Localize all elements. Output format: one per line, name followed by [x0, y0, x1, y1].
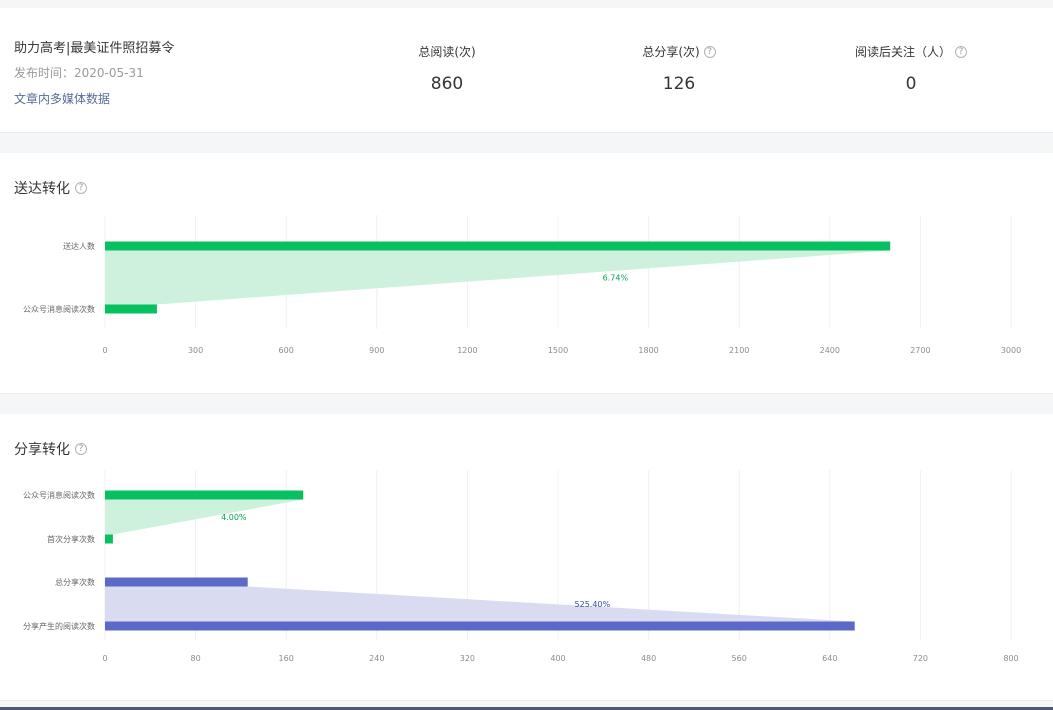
- category-label: 总分享次数: [55, 577, 95, 587]
- help-icon[interactable]: ?: [955, 45, 967, 58]
- conversion-rate-label: 4.00%: [221, 513, 247, 522]
- stat-follows-label: 阅读后关注（人） ?: [855, 43, 967, 60]
- stat-total-shares-value: 126: [662, 74, 696, 94]
- article-overview-card: 助力高考|最美证件照招募令 发布时间：2020-05-31 文章内多媒体数据 总…: [0, 8, 1053, 133]
- category-label: 公众号消息阅读次数: [23, 304, 95, 314]
- bar: [105, 490, 304, 500]
- conversion-area: [105, 499, 304, 535]
- x-tick-label: 900: [369, 346, 384, 355]
- x-tick-label: 160: [279, 654, 294, 663]
- multimedia-data-link[interactable]: 文章内多媒体数据: [14, 90, 110, 107]
- x-tick-label: 720: [913, 654, 928, 663]
- bar: [105, 534, 113, 544]
- bar: [105, 241, 891, 251]
- share-conversion-card: 分享转化 ? 0 80 160 240 320 400 480 560 640 720 800 4.0…: [0, 414, 1053, 701]
- x-tick-label: 0: [102, 654, 107, 663]
- article-publish-date: 发布时间：2020-05-31: [14, 66, 144, 80]
- x-tick-label: 480: [641, 654, 656, 663]
- article-title: 助力高考|最美证件照招募令: [14, 41, 175, 56]
- stat-follows-value: 0: [905, 74, 917, 94]
- x-tick-label: 80: [191, 654, 201, 663]
- x-tick-label: 1500: [548, 346, 568, 355]
- x-tick-label: 2100: [729, 346, 749, 355]
- category-label: 送达人数: [63, 241, 95, 251]
- x-tick-label: 1800: [638, 346, 658, 355]
- delivery-conversion-card: 送达转化 ? 0 300 600 900 1200 1500 1800 2100 2400 270…: [0, 153, 1053, 394]
- conversion-area: [105, 250, 891, 305]
- x-tick-label: 0: [102, 346, 107, 355]
- help-icon[interactable]: ?: [703, 45, 716, 58]
- bar: [105, 577, 248, 587]
- x-tick-label: 240: [369, 654, 384, 663]
- stat-total-reads: 总阅读(次) 860: [347, 41, 547, 94]
- x-tick-label: 2400: [820, 346, 840, 355]
- x-tick-label: 560: [732, 654, 747, 663]
- x-tick-label: 640: [822, 654, 837, 663]
- bar: [105, 621, 855, 631]
- stat-total-reads-value: 860: [430, 74, 464, 94]
- x-tick-label: 300: [188, 346, 203, 355]
- category-label: 公众号消息阅读次数: [23, 490, 95, 500]
- x-tick-label: 2700: [910, 346, 930, 355]
- x-tick-label: 800: [1003, 654, 1018, 663]
- stat-follows-after-read: 阅读后关注（人） ? 0: [811, 41, 1011, 94]
- stat-total-reads-label: 总阅读(次): [418, 45, 476, 59]
- x-tick-label: 400: [550, 654, 565, 663]
- x-tick-label: 600: [279, 346, 294, 355]
- conversion-rate-label: 525.40%: [575, 600, 611, 609]
- stat-total-shares: 总分享(次) ? 126: [579, 41, 779, 94]
- category-label: 分享产生的阅读次数: [23, 621, 95, 631]
- x-tick-label: 320: [460, 654, 475, 663]
- conversion-rate-label: 6.74%: [603, 274, 629, 283]
- x-tick-label: 3000: [1001, 346, 1021, 355]
- category-label: 首次分享次数: [47, 534, 95, 544]
- bar: [105, 304, 157, 314]
- conversion-area: [105, 586, 855, 622]
- stat-total-shares-label: 总分享(次) ?: [642, 43, 716, 60]
- x-tick-label: 1200: [457, 346, 477, 355]
- share-conversion-chart: 0 80 160 240 320 400 480 560 640 720 800 4.00% 525.4…: [23, 470, 1019, 663]
- delivery-conversion-chart: 0 300 600 900 1200 1500 1800 2100 2400 2700 3000 6.…: [23, 215, 1021, 355]
